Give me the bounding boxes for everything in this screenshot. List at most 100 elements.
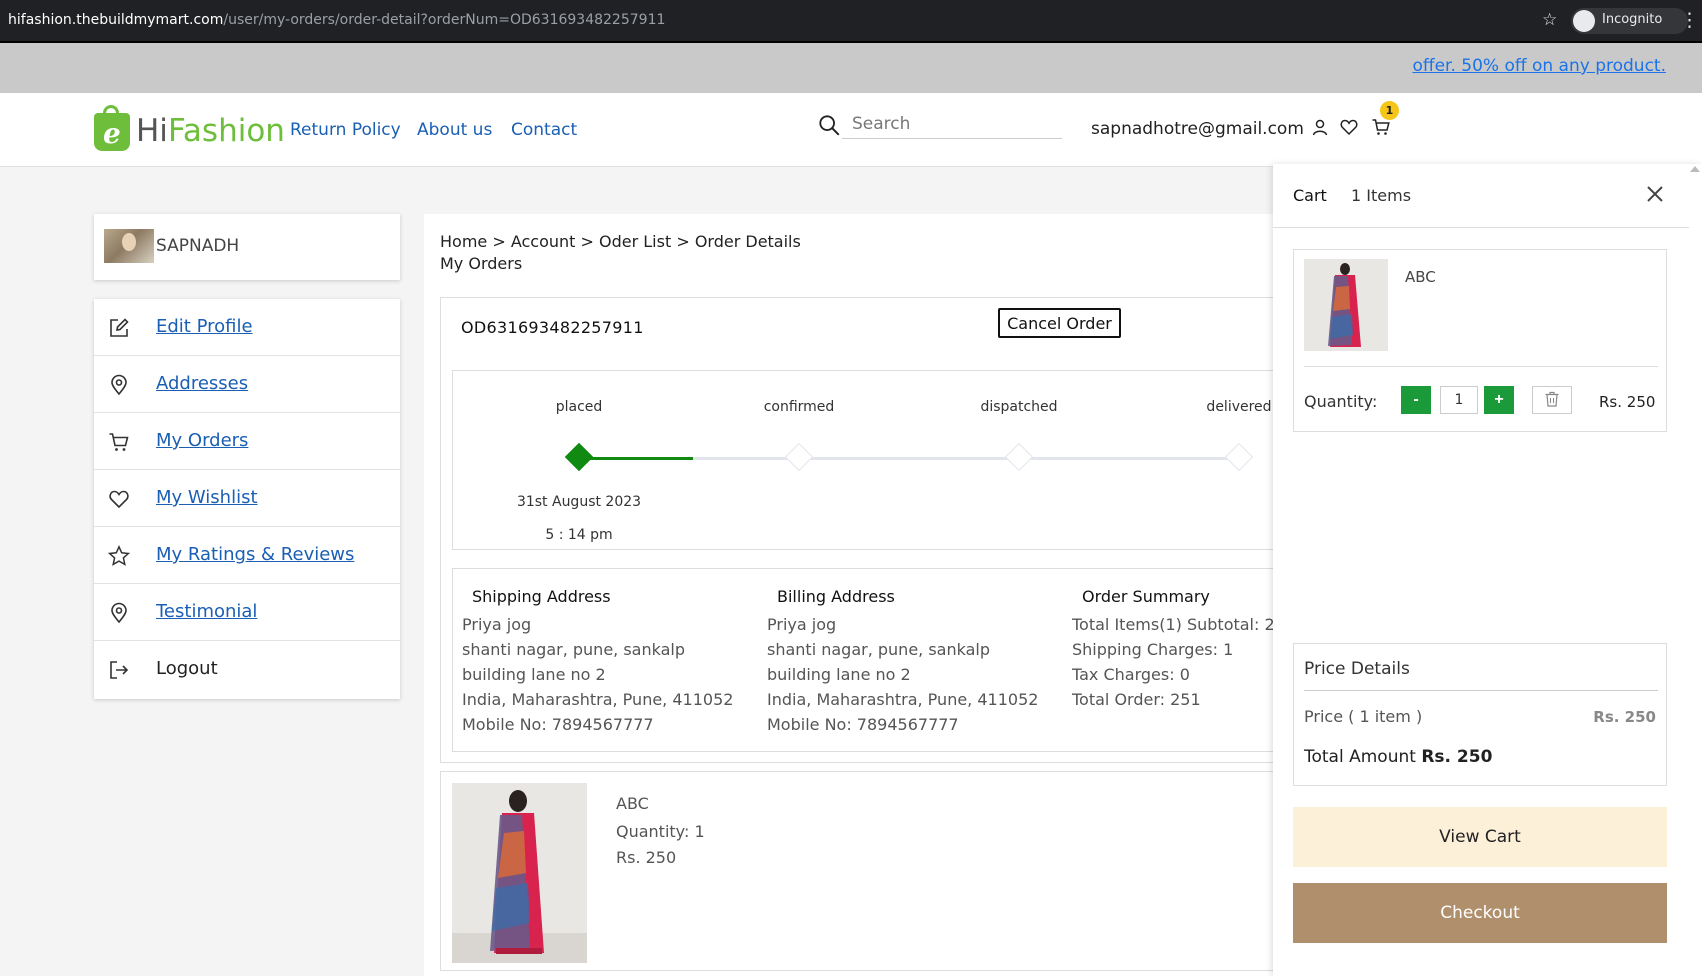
- stage-confirmed-label: confirmed: [763, 399, 835, 415]
- offer-link[interactable]: offer. 50% off on any product.: [1412, 56, 1666, 76]
- summary-line: Tax Charges: 0: [1072, 665, 1190, 684]
- remove-item-button[interactable]: [1532, 386, 1572, 414]
- shipping-address-title: Shipping Address: [472, 587, 611, 606]
- billing-line: Mobile No: 7894567777: [767, 715, 959, 734]
- logo-letter: e: [103, 117, 121, 150]
- cancel-order-button[interactable]: Cancel Order: [998, 308, 1121, 338]
- cart-title: Cart: [1293, 186, 1327, 205]
- view-cart-button[interactable]: View Cart: [1293, 807, 1667, 867]
- cart-icon[interactable]: [1371, 117, 1391, 137]
- order-details-panel: Home > Account > Oder List > Order Detai…: [424, 214, 1275, 976]
- offer-banner: offer. 50% off on any product.: [0, 43, 1702, 93]
- menu-item-logout[interactable]: Logout: [94, 641, 400, 698]
- heart-icon: [109, 490, 129, 509]
- logo-hi: Hi: [136, 113, 168, 149]
- billing-address-title: Billing Address: [777, 587, 895, 606]
- search-input[interactable]: [842, 109, 1062, 139]
- menu-label-my-orders[interactable]: My Orders: [156, 430, 248, 451]
- item-price: Rs. 250: [616, 848, 677, 867]
- heart-icon[interactable]: [1339, 117, 1359, 137]
- cart-drawer: Cart 1 Items ABC Quantity: - + Rs. 250 P…: [1273, 164, 1702, 976]
- menu-label-my-wishlist[interactable]: My Wishlist: [156, 487, 258, 508]
- menu-item-addresses[interactable]: Addresses: [94, 356, 400, 413]
- summary-line: Total Items(1) Subtotal: 25: [1072, 615, 1275, 634]
- nav-return-policy[interactable]: Return Policy: [290, 120, 401, 140]
- order-summary: Order Summary Total Items(1) Subtotal: 2…: [1072, 587, 1275, 712]
- nav-contact[interactable]: Contact: [511, 120, 577, 140]
- order-summary-title: Order Summary: [1082, 587, 1210, 606]
- billing-line: Priya jog: [767, 615, 837, 634]
- cart-item-image[interactable]: [1304, 259, 1388, 351]
- address-summary: Shipping Address Priya jog shanti nagar,…: [452, 568, 1275, 752]
- breadcrumb[interactable]: Home > Account > Oder List > Order Detai…: [440, 232, 801, 251]
- menu-item-testimonial[interactable]: Testimonial: [94, 584, 400, 641]
- account-menu: Edit Profile Addresses My Orders My Wish…: [94, 299, 400, 699]
- total-amount-value: Rs. 250: [1421, 747, 1493, 767]
- user-icon[interactable]: [1310, 117, 1330, 137]
- ordered-item: ABC Quantity: 1 Rs. 250: [440, 771, 1274, 971]
- shipping-line: shanti nagar, pune, sankalp: [462, 640, 686, 659]
- summary-line: Total Order: 251: [1072, 690, 1201, 709]
- menu-label-testimonial[interactable]: Testimonial: [156, 601, 257, 622]
- cart-item-name[interactable]: ABC: [1405, 268, 1436, 286]
- menu-item-my-orders[interactable]: My Orders: [94, 413, 400, 470]
- menu-label-logout[interactable]: Logout: [156, 658, 218, 679]
- track-segment-3: [1019, 457, 1239, 460]
- trash-icon: [1545, 391, 1559, 407]
- profile-name: SAPNADH: [156, 236, 240, 256]
- billing-line: India, Maharashtra, Pune, 411052: [767, 690, 1039, 709]
- menu-item-ratings-reviews[interactable]: My Ratings & Reviews: [94, 527, 400, 584]
- menu-item-my-wishlist[interactable]: My Wishlist: [94, 470, 400, 527]
- nav-about-us[interactable]: About us: [417, 120, 492, 140]
- incognito-label: Incognito: [1602, 12, 1663, 27]
- stage-placed-marker: [564, 442, 594, 472]
- star-icon: [108, 545, 130, 566]
- checkout-button[interactable]: Checkout: [1293, 883, 1667, 943]
- site-header: e HiFashion Return Policy About us Conta…: [0, 93, 1702, 167]
- stage-confirmed-marker: [784, 442, 814, 472]
- shipping-line: Mobile No: 7894567777: [462, 715, 654, 734]
- total-amount-label: Total Amount: [1304, 747, 1416, 767]
- order-card: OD631693482257911 Cancel Order placed co…: [440, 297, 1275, 763]
- shipping-line: building lane no 2: [462, 665, 606, 684]
- quantity-input[interactable]: [1440, 386, 1478, 414]
- profile-card: SAPNADH: [94, 214, 400, 280]
- incognito-icon: [1573, 10, 1595, 32]
- billing-line: building lane no 2: [767, 665, 911, 684]
- total-amount: Total Amount Rs. 250: [1304, 747, 1492, 767]
- logo[interactable]: e HiFashion: [92, 105, 285, 155]
- cart-item: ABC Quantity: - + Rs. 250: [1293, 249, 1667, 432]
- price-row-label: Price ( 1 item ): [1304, 707, 1423, 726]
- quantity-label: Quantity:: [1304, 392, 1378, 411]
- user-email[interactable]: sapnadhotre@gmail.com: [1091, 119, 1304, 139]
- menu-item-edit-profile[interactable]: Edit Profile: [94, 299, 400, 356]
- item-name[interactable]: ABC: [616, 794, 649, 813]
- scroll-up-arrow[interactable]: [1690, 166, 1700, 172]
- price-row-value: Rs. 250: [1593, 708, 1656, 726]
- stage-dispatched-label: dispatched: [980, 399, 1058, 415]
- logout-icon: [110, 661, 129, 679]
- shipping-address: Shipping Address Priya jog shanti nagar,…: [462, 587, 752, 737]
- decrease-quantity-button[interactable]: -: [1401, 386, 1431, 414]
- divider: [1304, 366, 1658, 367]
- menu-label-edit-profile[interactable]: Edit Profile: [156, 316, 253, 337]
- star-icon[interactable]: ☆: [1542, 10, 1557, 30]
- track-progress: [579, 457, 694, 460]
- shipping-line: India, Maharashtra, Pune, 411052: [462, 690, 734, 709]
- page-title: My Orders: [440, 254, 523, 273]
- menu-label-addresses[interactable]: Addresses: [156, 373, 248, 394]
- avatar: [104, 229, 154, 263]
- placed-date: 31st August 2023: [516, 494, 642, 510]
- search-icon[interactable]: [818, 114, 840, 136]
- stage-dispatched-marker: [1004, 442, 1034, 472]
- increase-quantity-button[interactable]: +: [1484, 386, 1514, 414]
- kebab-menu-icon[interactable]: ⋮: [1680, 9, 1699, 31]
- item-quantity: Quantity: 1: [616, 822, 705, 841]
- billing-line: shanti nagar, pune, sankalp: [767, 640, 991, 659]
- menu-label-ratings-reviews[interactable]: My Ratings & Reviews: [156, 544, 354, 565]
- close-icon[interactable]: [1643, 182, 1667, 206]
- placed-time: 5 : 14 pm: [545, 527, 613, 543]
- product-image[interactable]: [452, 783, 587, 963]
- price-details: Price Details Price ( 1 item ) Rs. 250 T…: [1293, 643, 1667, 786]
- address-bar[interactable]: hifashion.thebuildmymart.com/user/my-ord…: [8, 12, 665, 28]
